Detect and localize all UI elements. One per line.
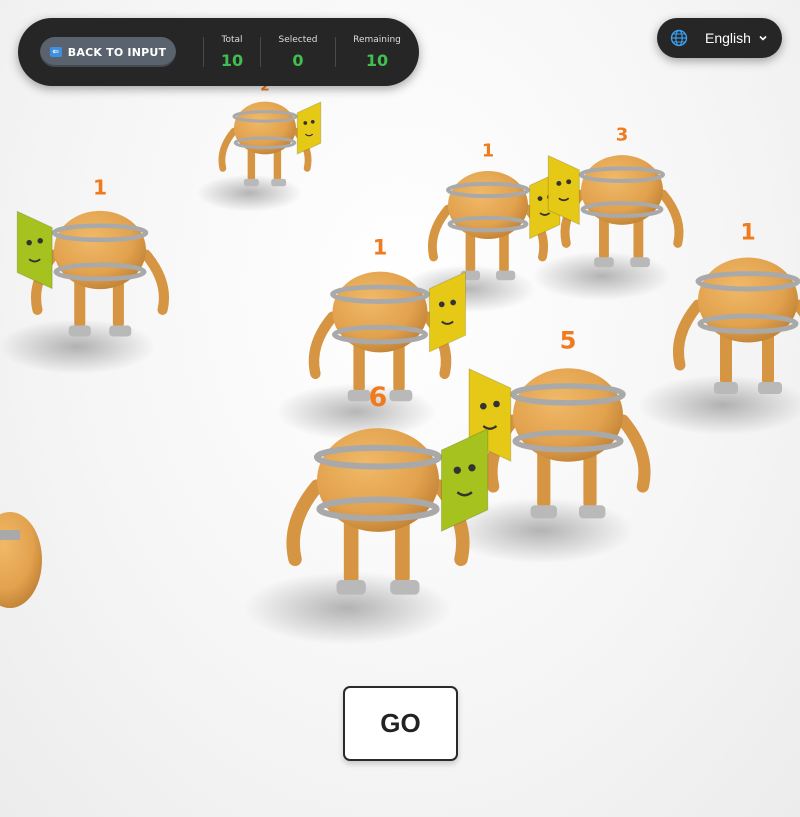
go-button[interactable]: GO — [343, 686, 458, 761]
robot-arm — [0, 512, 42, 608]
robot-foot — [243, 178, 259, 187]
robot-foot — [336, 580, 366, 595]
stat-total: Total 10 — [204, 35, 260, 70]
language-select[interactable]: English — [657, 18, 782, 58]
robot-eye — [468, 464, 476, 472]
robot-eye — [37, 238, 43, 244]
robot-foot — [594, 257, 614, 268]
stat-selected-value: 0 — [292, 50, 304, 70]
stat-remaining-label: Remaining — [353, 34, 401, 45]
globe-icon — [670, 29, 688, 47]
robot-foot — [389, 389, 413, 402]
stats-bar: ⇐ BACK TO INPUT Total 10 Selected 0 Rema… — [18, 18, 419, 86]
robot-eye — [438, 301, 445, 308]
stat-remaining: Remaining 10 — [336, 35, 418, 70]
robot-eye — [537, 196, 543, 202]
back-arrow-icon: ⇐ — [49, 47, 62, 57]
chevron-down-icon — [759, 35, 767, 41]
language-select-value: English — [705, 30, 751, 46]
back-to-input-button[interactable]: ⇐ BACK TO INPUT — [40, 37, 176, 67]
robot-number: 1 — [373, 236, 388, 260]
robot-eye — [556, 180, 562, 186]
robot-number: 3 — [616, 124, 629, 145]
robot[interactable]: 3 — [531, 124, 684, 301]
robot-arm — [286, 479, 324, 567]
robot[interactable]: 2 — [196, 78, 322, 212]
robot-arm — [218, 127, 238, 172]
robot[interactable]: 1 — [0, 175, 169, 375]
robot-face-screen — [16, 210, 53, 290]
stat-total-value: 10 — [220, 50, 244, 70]
robot-number: 5 — [560, 326, 577, 354]
robot-arm — [616, 414, 651, 493]
back-button-label: BACK TO INPUT — [67, 45, 167, 59]
robot-arm — [308, 311, 338, 379]
robot-eye — [26, 239, 32, 246]
robot-arm — [140, 249, 169, 315]
robot-foot — [630, 257, 650, 268]
robot-foot — [109, 325, 132, 337]
robot-partial[interactable] — [0, 512, 42, 608]
robot-band — [0, 530, 20, 540]
robot-foot — [758, 382, 782, 394]
stat-selected-label: Selected — [278, 34, 318, 45]
robot-foot — [579, 505, 606, 519]
robot-eye — [310, 119, 315, 124]
robot-foot — [530, 505, 557, 519]
robot-foot — [68, 325, 91, 337]
robot-eye — [303, 121, 308, 125]
robot-face-screen — [296, 101, 322, 155]
robot-number: 1 — [740, 221, 755, 246]
robot-eye — [493, 400, 500, 408]
robot[interactable]: 1 — [638, 221, 800, 436]
robot-number: 6 — [369, 382, 388, 413]
robot-eye — [450, 299, 456, 306]
robot-arm — [672, 299, 704, 371]
robot-foot — [271, 178, 287, 187]
robot-number: 1 — [482, 142, 494, 162]
stat-total-label: Total — [221, 34, 243, 45]
robot-arm — [428, 204, 453, 262]
robot-arm — [658, 189, 684, 248]
robot-foot — [390, 580, 420, 595]
stat-remaining-value: 10 — [365, 50, 389, 70]
robot-eye — [453, 466, 461, 474]
robot-eye — [566, 179, 572, 185]
robot-eye — [480, 402, 487, 410]
stat-selected: Selected 0 — [261, 35, 335, 70]
robot-foot — [496, 270, 516, 281]
robot[interactable]: 1 — [400, 142, 561, 313]
robot-foot — [714, 382, 738, 394]
robot-number: 1 — [93, 175, 107, 199]
robot-foot — [347, 389, 371, 402]
